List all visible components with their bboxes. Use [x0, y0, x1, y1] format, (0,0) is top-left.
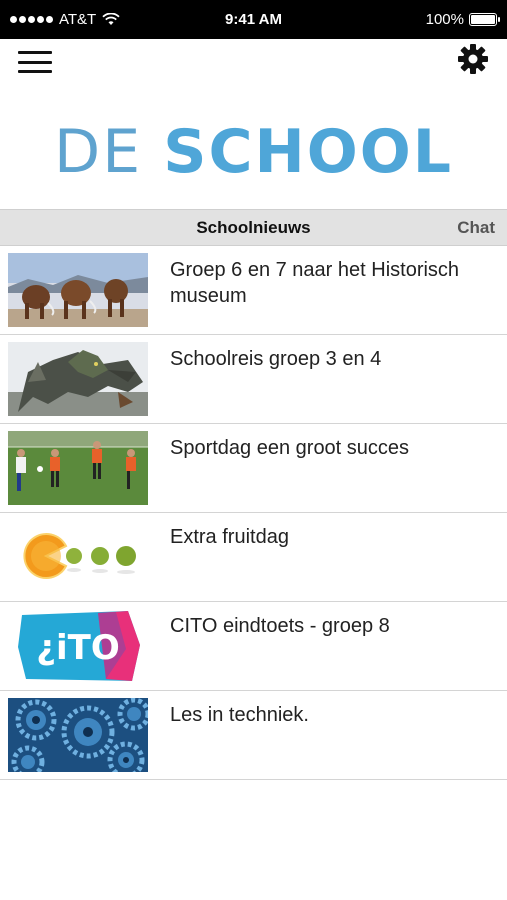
status-left: AT&T	[10, 11, 120, 28]
app-header: DE SCHOOL	[0, 39, 507, 209]
news-title: Sportdag een groot succes	[170, 437, 410, 459]
fruit-pacman-photo	[8, 520, 148, 594]
news-title: CITO eindtoets - groep 8	[170, 615, 390, 637]
news-item[interactable]: ¿iTO CITO eindtoets - groep 8	[0, 602, 507, 691]
news-list: Groep 6 en 7 naar het Historisch museum …	[0, 246, 507, 780]
news-item[interactable]: Schoolreis groep 3 en 4	[0, 335, 507, 424]
tab-schoolnieuws[interactable]: Schoolnieuws	[0, 210, 507, 246]
battery-icon	[469, 13, 500, 26]
svg-text:¿iTO: ¿iTO	[36, 628, 119, 668]
mammoths-photo	[8, 253, 148, 327]
news-item[interactable]: Sportdag een groot succes	[0, 424, 507, 513]
news-title: Groep 6 en 7 naar het Historisch museum	[170, 259, 460, 307]
signal-strength-icon	[10, 16, 53, 23]
news-item[interactable]: Groep 6 en 7 naar het Historisch museum	[0, 246, 507, 335]
status-right: 100%	[425, 11, 500, 28]
news-item[interactable]: Extra fruitdag	[0, 513, 507, 602]
battery-level	[471, 15, 495, 24]
soccer-photo	[8, 431, 148, 505]
cito-logo: ¿iTO	[8, 609, 148, 683]
logo-school-text: SCHOOL	[163, 117, 453, 187]
news-title: Extra fruitdag	[170, 526, 289, 548]
news-title: Les in techniek.	[170, 704, 309, 726]
carrier-label: AT&T	[59, 11, 97, 28]
status-bar: AT&T 9:41 AM 100%	[0, 0, 507, 39]
logo-de-text: DE	[54, 117, 143, 187]
school-logo: DE SCHOOL	[0, 117, 507, 187]
wifi-icon	[102, 13, 120, 25]
battery-percentage: 100%	[425, 11, 464, 28]
dragon-photo	[8, 342, 148, 416]
hamburger-menu-icon[interactable]	[18, 49, 52, 75]
news-item[interactable]: Les in techniek.	[0, 691, 507, 780]
gear-icon[interactable]	[457, 43, 489, 75]
gears-photo	[8, 698, 148, 772]
tab-chat[interactable]: Chat	[457, 210, 495, 246]
tab-bar: Schoolnieuws Chat	[0, 209, 507, 246]
news-title: Schoolreis groep 3 en 4	[170, 348, 382, 370]
